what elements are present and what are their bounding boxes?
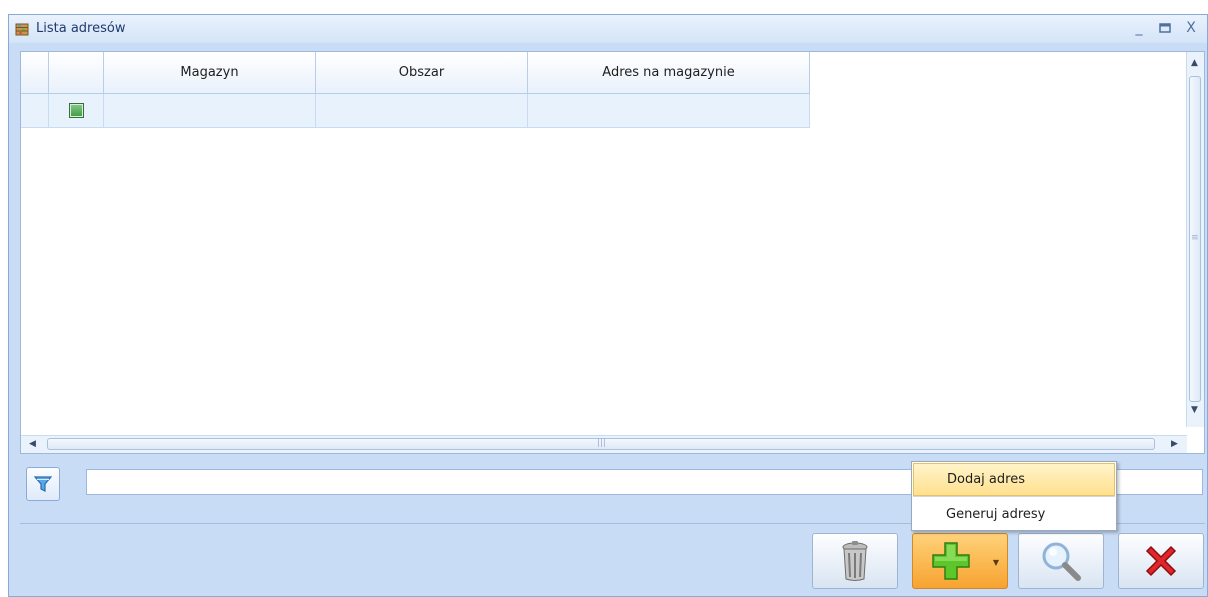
scroll-up-icon[interactable]: ▲ <box>1191 58 1198 68</box>
row-indicator[interactable] <box>21 94 49 128</box>
row-select-cell[interactable] <box>49 94 104 128</box>
green-square-icon[interactable] <box>68 103 84 118</box>
app-icon <box>15 23 29 36</box>
add-dropdown-menu: Dodaj adres Generuj adresy <box>911 461 1117 531</box>
column-header-adres[interactable]: Adres na magazynie <box>528 52 810 94</box>
close-button[interactable] <box>1118 533 1204 589</box>
trash-icon <box>842 541 868 581</box>
red-x-icon <box>1145 545 1177 577</box>
minimize-icon[interactable]: _ <box>1129 19 1149 37</box>
chevron-down-icon[interactable]: ▼ <box>993 558 999 567</box>
grid-header: Magazyn Obszar Adres na magazynie <box>21 52 810 94</box>
grip-icon: ||| <box>597 438 607 448</box>
window-title: Lista adresów <box>36 21 126 36</box>
cell-magazyn[interactable] <box>104 94 316 128</box>
horizontal-scrollbar[interactable]: ◀ ||| ▶ <box>21 435 1187 453</box>
funnel-icon <box>33 476 53 492</box>
grip-icon: ≡ <box>1191 233 1199 243</box>
title-bar: Lista adresów _ X <box>9 15 1207 43</box>
scroll-down-icon[interactable]: ▼ <box>1191 405 1198 415</box>
column-header-obszar[interactable]: Obszar <box>316 52 528 94</box>
header-indicator-cell <box>21 52 49 94</box>
filter-button[interactable] <box>26 467 60 501</box>
plus-icon <box>932 542 970 580</box>
cell-adres[interactable] <box>528 94 810 128</box>
maximize-icon[interactable] <box>1155 19 1175 37</box>
header-select-cell[interactable] <box>49 52 104 94</box>
cell-obszar[interactable] <box>316 94 528 128</box>
close-icon[interactable]: X <box>1181 19 1201 37</box>
column-header-magazyn[interactable]: Magazyn <box>104 52 316 94</box>
menu-item-generuj-adresy[interactable]: Generuj adresy <box>913 498 1115 531</box>
table-row[interactable] <box>21 94 810 128</box>
bottom-toolbar: ▼ <box>20 527 1205 595</box>
menu-item-dodaj-adres[interactable]: Dodaj adres <box>913 463 1115 496</box>
add-split-button[interactable]: ▼ <box>912 533 1008 589</box>
address-grid[interactable]: Magazyn Obszar Adres na magazynie ▲ ≡ ▼ … <box>20 51 1205 454</box>
scroll-left-icon[interactable]: ◀ <box>29 439 36 449</box>
menu-separator <box>913 496 1115 497</box>
search-button[interactable] <box>1018 533 1104 589</box>
scroll-right-icon[interactable]: ▶ <box>1171 439 1178 449</box>
magnifier-icon <box>1042 542 1081 581</box>
vertical-scrollbar[interactable]: ▲ ≡ ▼ <box>1186 52 1204 427</box>
delete-button[interactable] <box>812 533 898 589</box>
